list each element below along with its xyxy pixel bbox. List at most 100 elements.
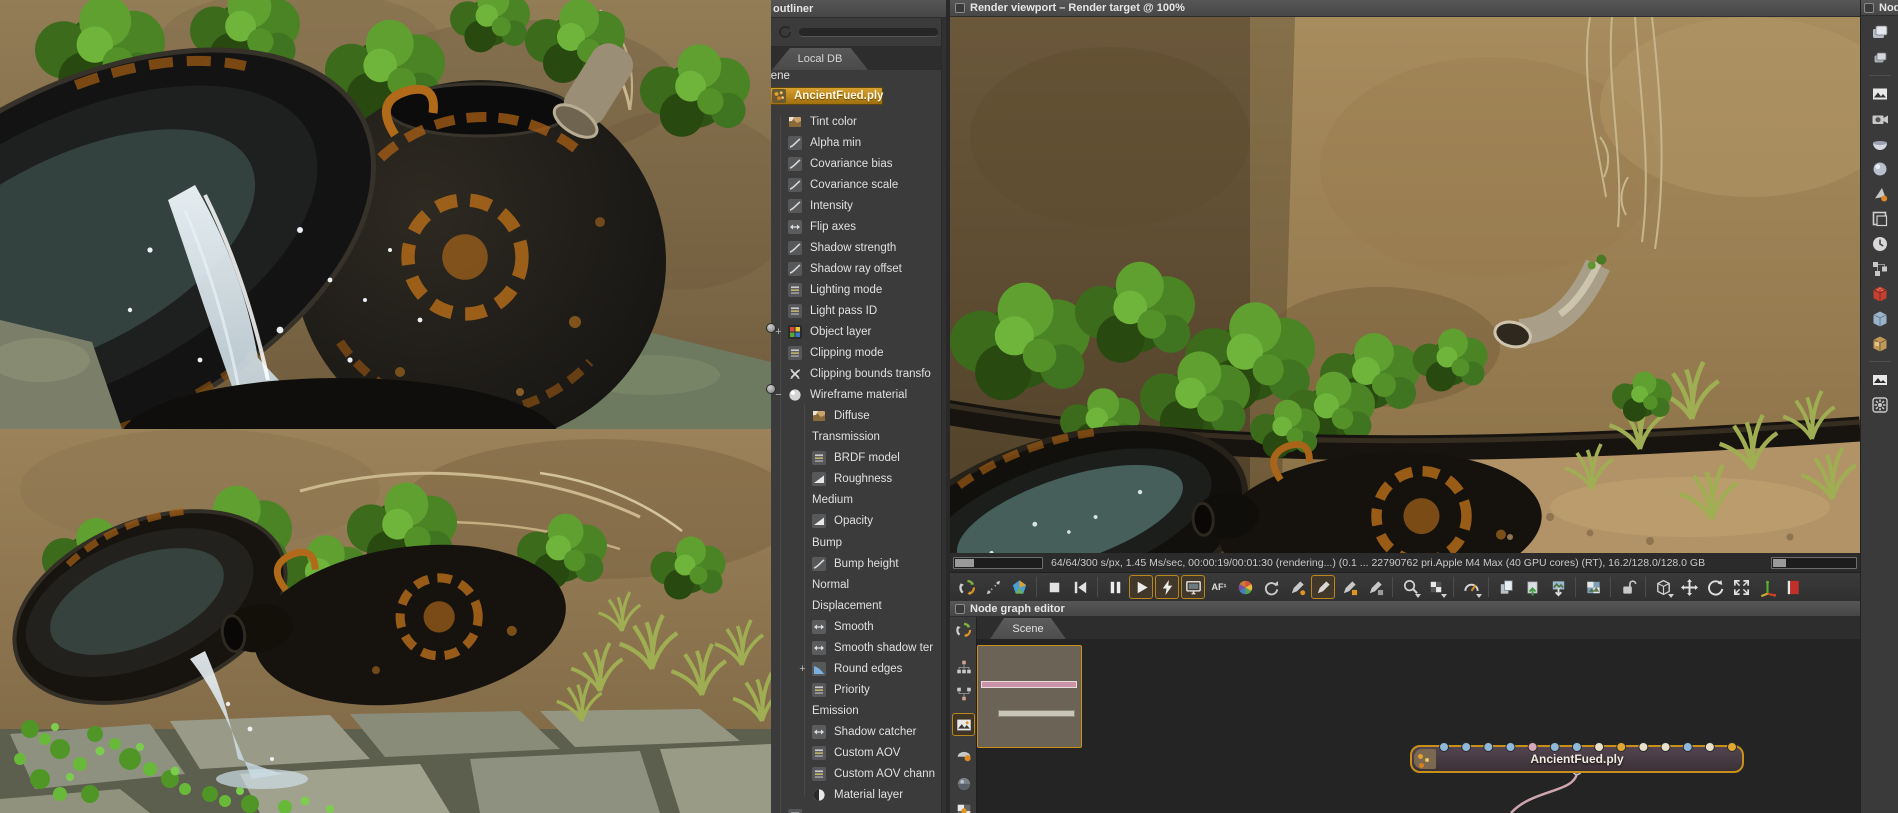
object-picker-button[interactable] — [1337, 575, 1361, 599]
outliner-item-shadow-ray-offset[interactable]: Shadow ray offset — [771, 259, 946, 279]
realtime-render-button[interactable] — [1155, 575, 1179, 599]
restart-button[interactable] — [1068, 575, 1092, 599]
input-pin[interactable] — [1528, 743, 1537, 752]
material-node-icon[interactable] — [952, 743, 975, 766]
outliner-item-flip-axes[interactable]: Flip axes — [771, 217, 946, 237]
world-axes-button[interactable] — [1755, 575, 1779, 599]
preview-mode-button[interactable] — [1007, 575, 1031, 599]
input-pin[interactable] — [1440, 743, 1449, 752]
cube-red-icon[interactable] — [1867, 281, 1893, 306]
window-icon[interactable] — [955, 604, 965, 614]
outliner-item-priority[interactable]: Priority — [771, 680, 946, 700]
outliner-item-lighting-mode[interactable]: Lighting mode — [771, 280, 946, 300]
render-image[interactable] — [950, 17, 1860, 553]
cube-blue-icon[interactable] — [1867, 306, 1893, 331]
mesh-sphere-icon[interactable] — [1867, 156, 1893, 181]
outliner-item-clipping-bounds-transfo[interactable]: Clipping bounds transfo — [771, 364, 946, 384]
splitter-knob[interactable] — [766, 384, 776, 394]
node-input-pins[interactable] — [1412, 741, 1746, 753]
pause-render-button[interactable] — [1103, 575, 1127, 599]
link-nodes-icon[interactable] — [952, 655, 975, 678]
input-pin[interactable] — [1595, 743, 1604, 752]
outliner-item-custom-aov-chann[interactable]: Custom AOV chann — [771, 764, 946, 784]
zoom-tool-button[interactable] — [1398, 575, 1422, 599]
outliner-item-object-layer[interactable]: +Object layer — [771, 322, 946, 342]
outliner-item-round-edges[interactable]: +Round edges — [771, 659, 946, 679]
outliner-item-scene[interactable]: cene — [771, 70, 790, 82]
clock-icon[interactable] — [1867, 231, 1893, 256]
fullscreen-button[interactable] — [1729, 575, 1753, 599]
outliner-item-medium[interactable]: Medium — [771, 490, 946, 510]
outliner-item-opacity[interactable]: Opacity — [771, 511, 946, 531]
outliner-item-custom-aov[interactable]: Custom AOV — [771, 743, 946, 763]
layers-small-icon[interactable] — [1867, 45, 1893, 70]
render-passes-button[interactable] — [1581, 575, 1605, 599]
input-pin[interactable] — [1572, 743, 1581, 752]
refresh-icon[interactable] — [952, 618, 975, 641]
image-icon[interactable] — [1867, 81, 1893, 106]
input-pin[interactable] — [1462, 743, 1471, 752]
input-pin[interactable] — [1617, 743, 1626, 752]
restart-render-button[interactable] — [955, 575, 979, 599]
outliner-item-light-pass-id[interactable]: Light pass ID — [771, 301, 946, 321]
input-pin[interactable] — [1506, 743, 1515, 752]
outliner-item-covariance-bias[interactable]: Covariance bias — [771, 154, 946, 174]
camera-speed-button[interactable] — [1459, 575, 1483, 599]
white-point-picker-button[interactable] — [1363, 575, 1387, 599]
render-region-button[interactable] — [1424, 575, 1448, 599]
texture-node-icon[interactable] — [952, 772, 975, 795]
fit-resolution-button[interactable] — [981, 575, 1005, 599]
stop-render-button[interactable] — [1042, 575, 1066, 599]
outliner-item-intensity[interactable]: Intensity — [771, 196, 946, 216]
outliner-item-wireframe-material[interactable]: −Wireframe material — [771, 385, 946, 405]
outliner-item-displacement[interactable]: Displacement — [771, 596, 946, 616]
frame-icon[interactable] — [1867, 206, 1893, 231]
input-pin[interactable] — [1728, 743, 1737, 752]
input-pin[interactable] — [1484, 743, 1493, 752]
node-graph-icon[interactable] — [1867, 256, 1893, 281]
clipboard-send-button[interactable] — [1520, 575, 1544, 599]
lock-resolution-button[interactable] — [1616, 575, 1640, 599]
environment-node-icon[interactable] — [952, 799, 975, 813]
outliner-item-emission[interactable]: Emission — [771, 701, 946, 721]
splitter-knob[interactable] — [766, 323, 776, 333]
mesh-bowl-icon[interactable] — [1867, 131, 1893, 156]
camera-icon[interactable] — [1867, 106, 1893, 131]
abort-button[interactable] — [1781, 575, 1805, 599]
outliner-item-bump-height[interactable]: Bump height — [771, 554, 946, 574]
color-wheel-button[interactable] — [1233, 575, 1257, 599]
outliner-item-alpha-min[interactable]: Alpha min — [771, 133, 946, 153]
autofocus-button[interactable]: AF¹ — [1207, 575, 1231, 599]
outliner-item-shadow-strength[interactable]: Shadow strength — [771, 238, 946, 258]
expander-icon[interactable]: + — [797, 663, 808, 675]
outliner-item-smooth-shadow-ter[interactable]: Smooth shadow ter — [771, 638, 946, 658]
input-pin[interactable] — [1550, 743, 1559, 752]
outliner-item-shadow-catcher[interactable]: Shadow catcher — [771, 722, 946, 742]
input-pin[interactable] — [1683, 743, 1692, 752]
window-icon[interactable] — [1864, 3, 1874, 13]
outliner-item-normal[interactable]: Normal — [771, 575, 946, 595]
outliner-item-smooth[interactable]: Smooth — [771, 617, 946, 637]
reset-view-button[interactable] — [1259, 575, 1283, 599]
outliner-item-material-layer[interactable]: Material layer — [771, 785, 946, 805]
refresh-icon[interactable] — [775, 22, 795, 42]
outliner-item-covariance-scale[interactable]: Covariance scale — [771, 175, 946, 195]
outliner-item-brdf-model[interactable]: BRDF model — [771, 448, 946, 468]
image-node-icon[interactable] — [952, 713, 975, 736]
outliner-item-diffuse[interactable]: Diffuse — [771, 406, 946, 426]
settings-icon[interactable] — [1867, 392, 1893, 417]
resume-render-button[interactable] — [1129, 575, 1153, 599]
input-pin[interactable] — [1639, 743, 1648, 752]
focus-picker-button[interactable] — [1285, 575, 1309, 599]
material-picker-button[interactable] — [1311, 575, 1335, 599]
arrange-nodes-icon[interactable] — [952, 682, 975, 705]
window-icon[interactable] — [955, 3, 965, 13]
outliner-item-clipping-mode[interactable]: Clipping mode — [771, 343, 946, 363]
display-mode-button[interactable] — [1181, 575, 1205, 599]
input-pin[interactable] — [1661, 743, 1670, 752]
light-icon[interactable] — [1867, 181, 1893, 206]
outliner-item-transmission[interactable]: Transmission — [771, 427, 946, 447]
node-ancientfued[interactable]: AncientFued.ply — [1410, 745, 1744, 773]
pan-tool-button[interactable] — [1677, 575, 1701, 599]
cube-tan-icon[interactable] — [1867, 331, 1893, 356]
